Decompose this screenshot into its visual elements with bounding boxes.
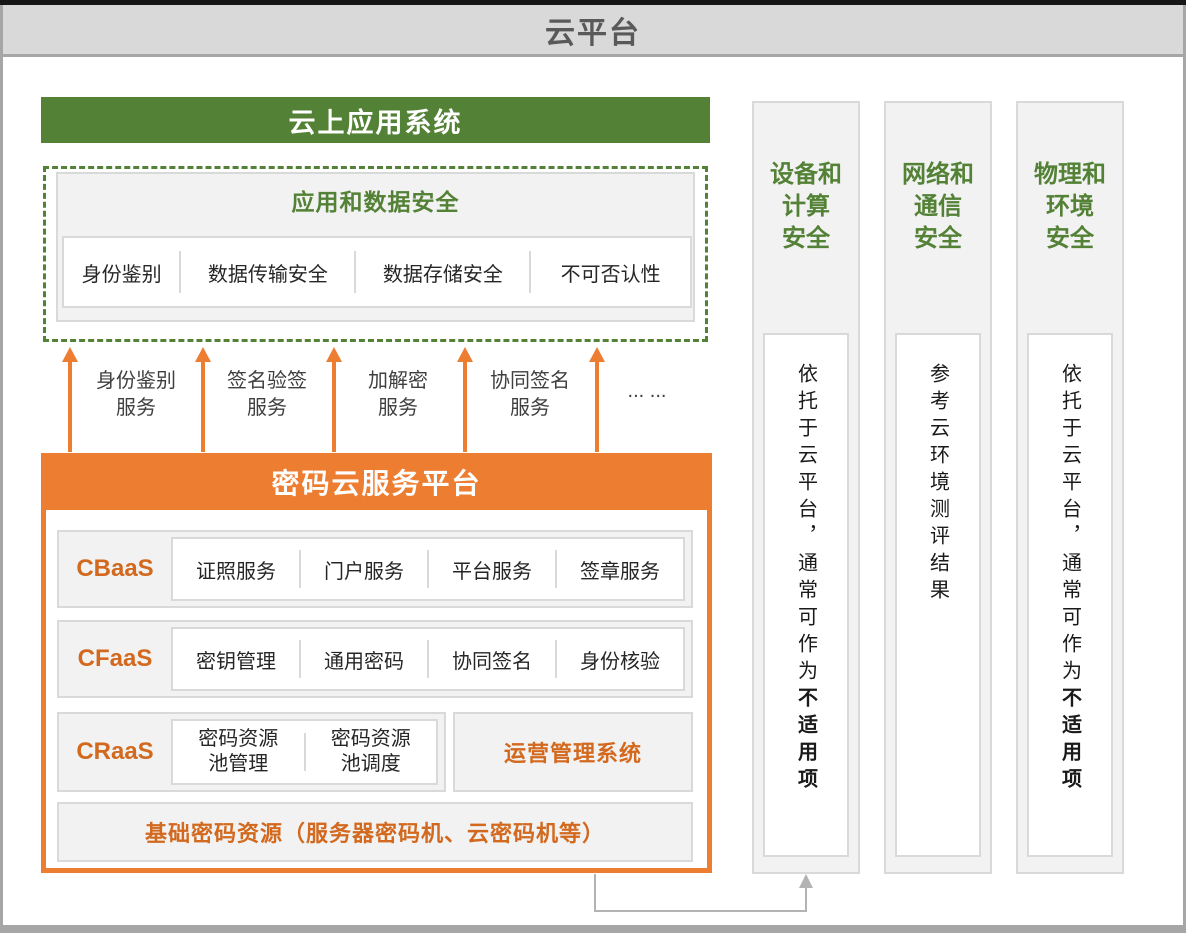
pillar-title: 设备和 计算 安全 xyxy=(754,159,858,255)
up-arrow-icon xyxy=(457,347,473,452)
cloud-app-system-title: 云上应用系统 xyxy=(289,101,463,140)
cfaas-items: 密钥管理 通用密码 协同签名 身份核验 xyxy=(171,627,685,691)
service-label: 身份鉴别 服务 xyxy=(96,368,176,422)
cbaas-item: 签章服务 xyxy=(557,539,683,599)
cfaas-item: 通用密码 xyxy=(301,629,427,689)
cfaas-label: CFaaS xyxy=(59,622,171,696)
service-ellipsis: ... ... xyxy=(628,380,667,403)
craas-row: CRaaS 密码资源 池管理 密码资源 池调度 xyxy=(57,712,446,792)
cfaas-item: 协同签名 xyxy=(429,629,555,689)
pillar-note-box: 依托于云平台，通常可作为不适用项 xyxy=(763,333,849,857)
security-item: 不可否认性 xyxy=(531,238,690,306)
craas-items: 密码资源 池管理 密码资源 池调度 xyxy=(171,719,438,785)
cbaas-row: CBaaS 证照服务 门户服务 平台服务 签章服务 xyxy=(57,530,693,608)
craas-item: 密码资源 池调度 xyxy=(306,721,437,783)
cbaas-item: 平台服务 xyxy=(429,539,555,599)
cbaas-items: 证照服务 门户服务 平台服务 签章服务 xyxy=(171,537,685,601)
security-item: 数据存储安全 xyxy=(356,238,529,306)
pillar-note-box: 参考云环境测评结果 xyxy=(895,333,981,857)
cbaas-item: 门户服务 xyxy=(301,539,427,599)
cfaas-item: 密钥管理 xyxy=(173,629,299,689)
pillar-device-computing-security: 设备和 计算 安全 依托于云平台，通常可作为不适用项 xyxy=(752,101,860,874)
craas-label: CRaaS xyxy=(59,714,171,790)
service-label: 协同签名 服务 xyxy=(490,368,570,422)
app-data-security-title: 应用和数据安全 xyxy=(58,183,693,217)
pillar-note-box: 依托于云平台，通常可作为不适用项 xyxy=(1027,333,1113,857)
cloud-platform-titlebar: 云平台 xyxy=(0,5,1186,57)
up-arrow-icon xyxy=(195,347,211,452)
up-arrow-icon xyxy=(62,347,78,452)
cloud-app-system-header: 云上应用系统 xyxy=(41,97,710,143)
service-label: 签名验签 服务 xyxy=(227,368,307,422)
pillar-note: 依托于云平台，通常可作为不适用项 xyxy=(792,335,821,855)
pillar-note: 参考云环境测评结果 xyxy=(924,335,953,855)
pillar-title: 网络和 通信 安全 xyxy=(886,159,990,255)
up-arrow-icon xyxy=(326,347,342,452)
page-title: 云平台 xyxy=(545,8,641,52)
service-label: 加解密 服务 xyxy=(368,368,428,422)
base-crypto-resource-bar: 基础密码资源（服务器密码机、云密码机等） xyxy=(57,802,693,862)
security-item: 数据传输安全 xyxy=(181,238,354,306)
cloud-platform-diagram: 云平台 云上应用系统 应用和数据安全 身份鉴别 数据传输安全 数据存储安全 不可… xyxy=(0,0,1186,933)
crypto-platform-header: 密码云服务平台 xyxy=(41,453,712,510)
app-security-items: 身份鉴别 数据传输安全 数据存储安全 不可否认性 xyxy=(62,236,692,308)
security-item: 身份鉴别 xyxy=(64,238,179,306)
cbaas-label: CBaaS xyxy=(59,532,171,606)
operation-management-label: 运营管理系统 xyxy=(504,736,642,768)
pillar-physical-environment-security: 物理和 环境 安全 依托于云平台，通常可作为不适用项 xyxy=(1016,101,1124,874)
up-arrow-icon xyxy=(589,347,605,452)
pillar-network-communication-security: 网络和 通信 安全 参考云环境测评结果 xyxy=(884,101,992,874)
cfaas-item: 身份核验 xyxy=(557,629,683,689)
pillar-title: 物理和 环境 安全 xyxy=(1018,159,1122,255)
crypto-platform-title: 密码云服务平台 xyxy=(271,462,481,502)
operation-management-box: 运营管理系统 xyxy=(453,712,693,792)
craas-item: 密码资源 池管理 xyxy=(173,721,304,783)
cfaas-row: CFaaS 密钥管理 通用密码 协同签名 身份核验 xyxy=(57,620,693,698)
base-crypto-resource-label: 基础密码资源（服务器密码机、云密码机等） xyxy=(145,816,605,848)
cbaas-item: 证照服务 xyxy=(173,539,299,599)
pillar-note: 依托于云平台，通常可作为不适用项 xyxy=(1056,335,1085,855)
